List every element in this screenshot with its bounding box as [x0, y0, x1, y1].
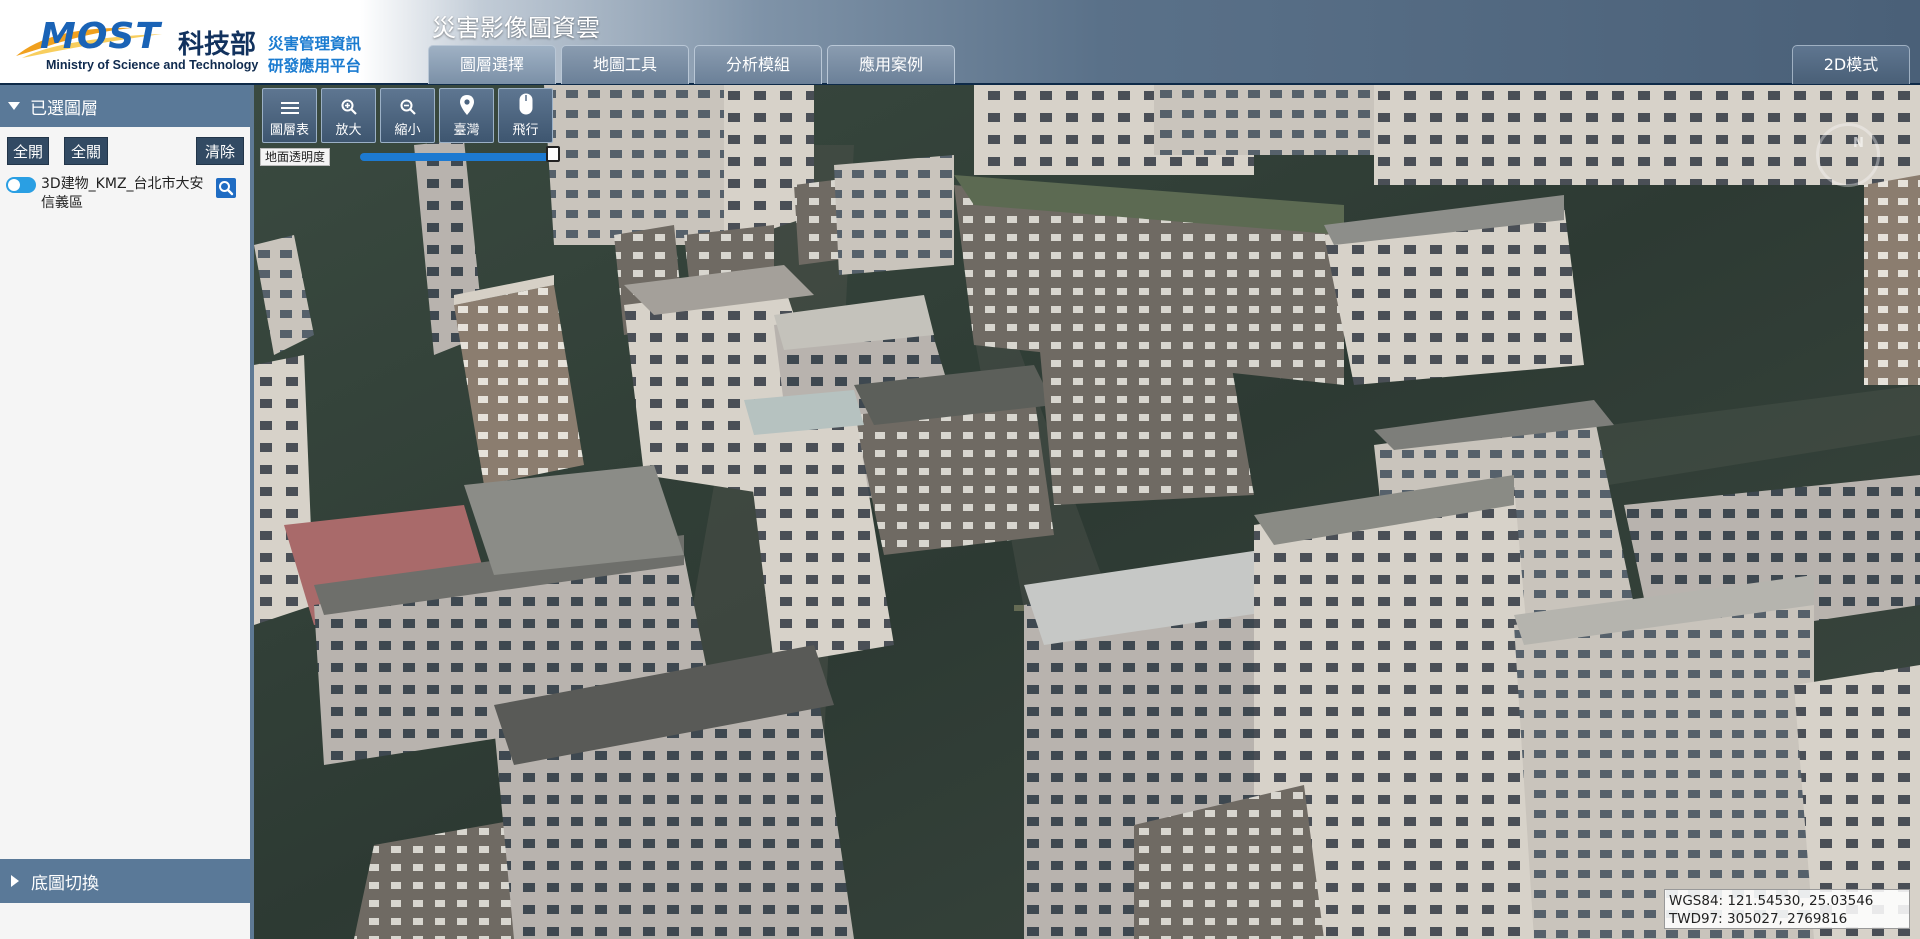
coordinate-readout: WGS84: 121.54530, 25.03546 TWD97: 305027…	[1664, 889, 1910, 929]
ground-opacity-label: 地面透明度	[260, 148, 331, 166]
taiwan-view-button[interactable]: 臺灣	[439, 88, 494, 143]
collapse-triangle-icon	[8, 102, 20, 110]
most-logo[interactable]: MOST 科技部 Ministry of Science and Technol…	[10, 12, 380, 75]
all-off-button[interactable]: 全關	[64, 137, 108, 165]
layer-list-button[interactable]: 圖層表	[262, 88, 317, 143]
logo-ministry-en: Ministry of Science and Technology	[46, 58, 259, 72]
map-pin-icon	[459, 95, 474, 115]
2d-mode-button[interactable]: 2D模式	[1792, 45, 1910, 84]
mouse-icon	[519, 93, 532, 115]
tab-layer-select[interactable]: 圖層選擇	[428, 45, 556, 84]
logo-subtitle-line1: 災害管理資訊	[268, 35, 362, 53]
zoom-out-label: 縮小	[394, 123, 421, 138]
3d-map-view[interactable]: 圖層表 放大 縮小 臺灣 飛行 地面透明度 N WGS84: 121.54530…	[254, 85, 1920, 939]
main-tabs: 圖層選擇 地圖工具 分析模組 應用案例	[428, 45, 955, 84]
fly-mode-label: 飛行	[512, 123, 539, 138]
logo-subtitle-line2: 研發應用平台	[268, 57, 362, 75]
compass-control[interactable]: N	[1816, 123, 1880, 187]
zoom-out-icon	[400, 99, 416, 115]
layer-visibility-toggle[interactable]	[6, 177, 36, 193]
compass-needle-icon: N	[1853, 136, 1864, 151]
clear-button[interactable]: 清除	[196, 137, 244, 165]
slider-fill	[360, 153, 560, 161]
slider-thumb[interactable]	[546, 146, 560, 162]
app-title: 災害影像圖資雲	[432, 14, 600, 42]
expand-triangle-icon	[11, 875, 19, 887]
map-toolbar: 圖層表 放大 縮小 臺灣 飛行	[262, 88, 553, 143]
tab-application-cases[interactable]: 應用案例	[827, 45, 955, 84]
wgs84-coordinates: WGS84: 121.54530, 25.03546	[1669, 893, 1874, 909]
zoom-in-button[interactable]: 放大	[321, 88, 376, 143]
logo-ministry-zh: 科技部	[178, 30, 257, 60]
city-3d-scene	[254, 85, 1920, 939]
zoom-in-label: 放大	[335, 123, 362, 138]
app-header: MOST 科技部 Ministry of Science and Technol…	[0, 0, 1920, 85]
selected-layers-header[interactable]: 已選圖層	[0, 85, 250, 127]
zoom-in-icon	[341, 99, 357, 115]
ground-opacity-slider[interactable]	[360, 153, 560, 161]
logo-brand: MOST	[40, 16, 161, 57]
zoom-out-button[interactable]: 縮小	[380, 88, 435, 143]
selected-layers-title: 已選圖層	[30, 98, 98, 119]
fly-mode-button[interactable]: 飛行	[498, 88, 553, 143]
twd97-coordinates: TWD97: 305027, 2769816	[1669, 911, 1848, 927]
zoom-to-layer-icon[interactable]	[216, 178, 236, 198]
list-icon	[280, 102, 299, 114]
tab-map-tools[interactable]: 地圖工具	[561, 45, 689, 84]
basemap-switch-title: 底圖切換	[31, 873, 99, 894]
layer-sidebar: 已選圖層 全開 全關 清除 3D建物_KMZ_台北市大安信義區 底圖切換	[0, 85, 254, 939]
layer-item: 3D建物_KMZ_台北市大安信義區	[6, 175, 246, 219]
all-on-button[interactable]: 全開	[7, 137, 49, 165]
basemap-switch-header[interactable]: 底圖切換	[0, 859, 250, 903]
tab-analysis-module[interactable]: 分析模組	[694, 45, 822, 84]
taiwan-view-label: 臺灣	[453, 123, 480, 138]
layer-name: 3D建物_KMZ_台北市大安信義區	[41, 176, 204, 211]
layer-list-label: 圖層表	[269, 123, 309, 138]
